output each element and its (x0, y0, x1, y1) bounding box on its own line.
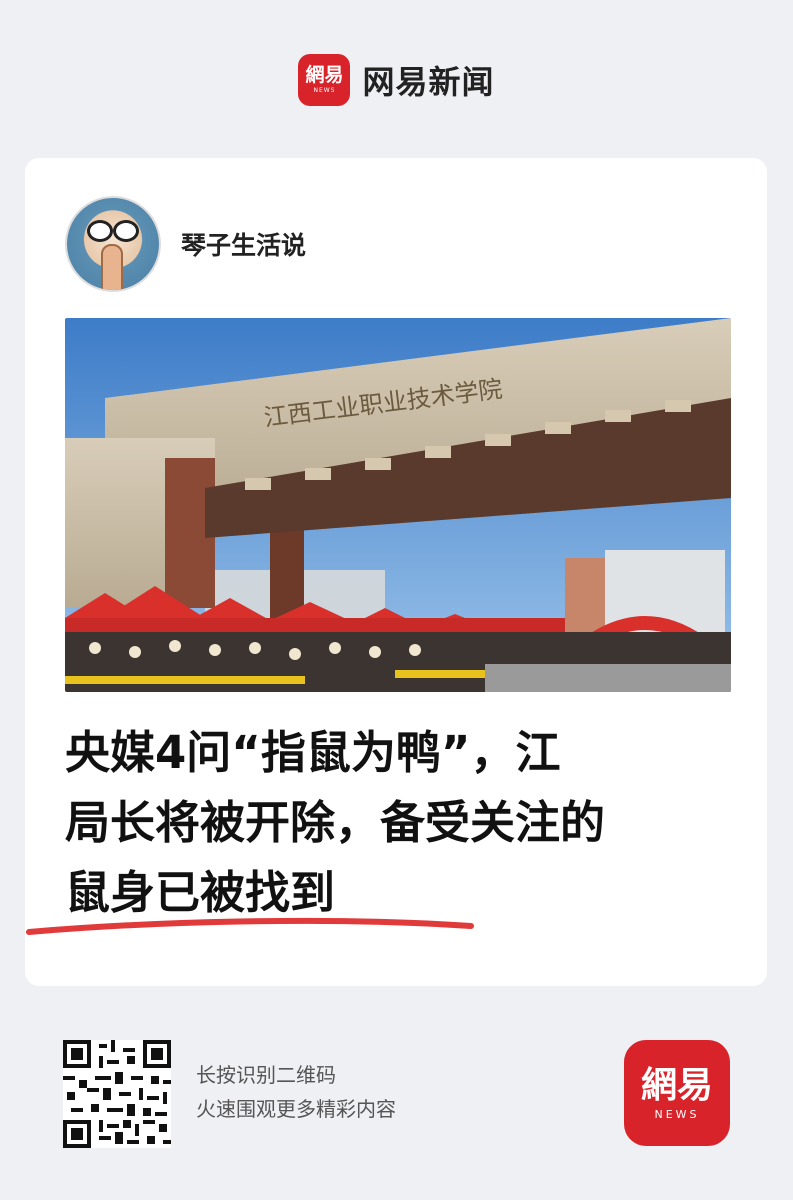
article-headline[interactable]: 央媒4问“指鼠为鸭”，江 局长将被开除，备受关注的 鼠身已被找到 (65, 718, 725, 928)
headline-line-1: 央媒4问“指鼠为鸭”，江 (65, 726, 561, 779)
article-card[interactable]: 琴子生活说 江西工业职业技术学院 央媒4问“指鼠为鸭”，江 局长将被开除，备受关… (25, 158, 767, 986)
netease-news-logo-icon: 網易 NEWS (298, 54, 351, 106)
author-avatar[interactable] (65, 196, 161, 292)
qr-hint-line-2: 火速围观更多精彩内容 (196, 1097, 396, 1121)
campus-gate-photo: 江西工业职业技术学院 (65, 318, 731, 692)
qr-hint: 长按识别二维码 火速围观更多精彩内容 (196, 1058, 396, 1126)
article-photo[interactable]: 江西工业职业技术学院 (65, 318, 731, 692)
app-icon-en-text: NEWS (654, 1107, 700, 1121)
red-underline-mark (26, 917, 474, 935)
author-name[interactable]: 琴子生活说 (181, 226, 306, 262)
author-row[interactable]: 琴子生活说 (65, 196, 306, 292)
avatar-glasses-left (87, 220, 113, 242)
app-name: 网易新闻 (362, 63, 495, 101)
netease-news-app-icon[interactable]: 網易 NEWS (624, 1040, 730, 1146)
qr-hint-line-1: 长按识别二维码 (196, 1063, 336, 1087)
logo-cn-text: 網易 (305, 64, 344, 86)
logo-en-text: NEWS (313, 87, 336, 94)
qr-code-icon (63, 1040, 171, 1148)
avatar-glasses-right (113, 220, 139, 242)
qr-code[interactable] (63, 1040, 171, 1148)
app-header: 網易 NEWS 网易新闻 (0, 52, 793, 108)
app-icon-cn-text: 網易 (640, 1063, 713, 1106)
avatar-hand (101, 244, 123, 290)
headline-line-2: 局长将被开除，备受关注的 (65, 796, 606, 849)
